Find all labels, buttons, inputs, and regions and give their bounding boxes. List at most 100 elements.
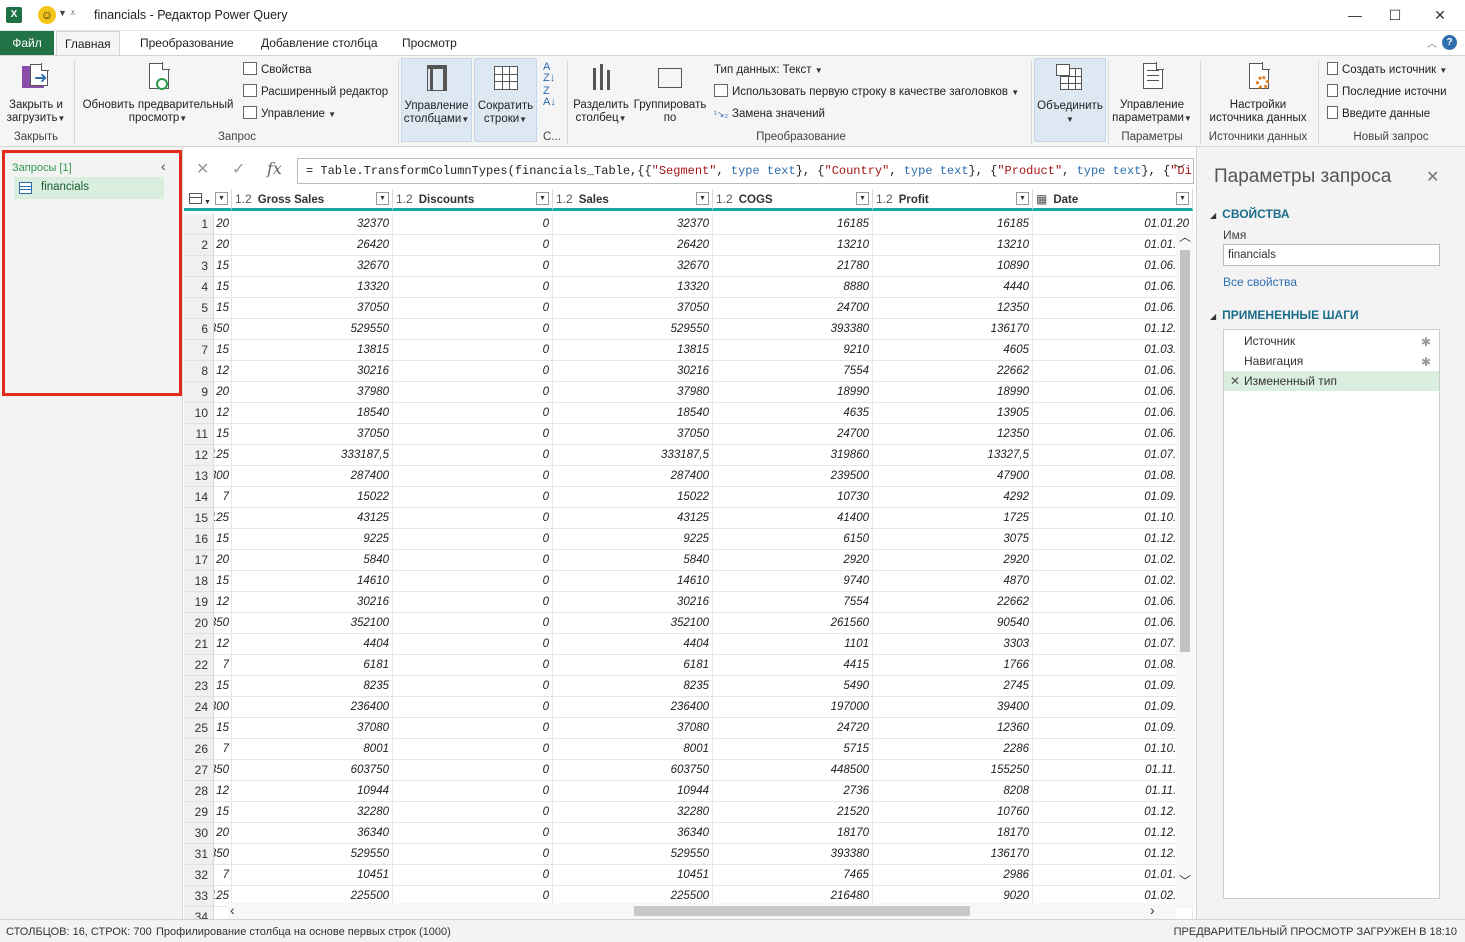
table-cell[interactable]: 15 (214, 298, 232, 319)
properties-button[interactable]: Свойства (243, 61, 312, 79)
table-cell[interactable]: 2745 (873, 676, 1033, 697)
row-number[interactable]: 12 (184, 445, 214, 466)
table-cell[interactable]: 0 (393, 340, 553, 361)
row-number[interactable]: 21 (184, 634, 214, 655)
filter-dropdown-icon[interactable]: ▼ (696, 192, 709, 205)
table-cell[interactable]: 0 (393, 634, 553, 655)
table-cell[interactable]: 30216 (232, 361, 393, 382)
row-number[interactable]: 8 (184, 361, 214, 382)
table-cell[interactable]: 13210 (713, 235, 873, 256)
combine-button[interactable]: Объединить ▼ (1034, 58, 1106, 142)
table-cell[interactable]: 18990 (873, 382, 1033, 403)
table-cell[interactable]: 136170 (873, 844, 1033, 865)
reduce-rows-button[interactable]: Сократить строки▼ (474, 58, 537, 142)
table-cell[interactable]: 01.12.20 (1033, 823, 1193, 844)
column-header[interactable]: 1.2 Profit ▼ (873, 189, 1033, 211)
table-cell[interactable]: 7 (214, 655, 232, 676)
row-number[interactable]: 22 (184, 655, 214, 676)
row-number[interactable]: 7 (184, 340, 214, 361)
table-cell[interactable]: 0 (393, 550, 553, 571)
scroll-down-icon[interactable]: ﹀ (1179, 872, 1191, 889)
table-cell[interactable]: 01.01.20 (1033, 865, 1193, 886)
table-cell[interactable]: 4635 (713, 403, 873, 424)
table-cell[interactable]: 236400 (232, 697, 393, 718)
table-cell[interactable]: 30216 (553, 592, 713, 613)
table-cell[interactable]: 01.02.20 (1033, 571, 1193, 592)
table-cell[interactable]: 350 (214, 844, 232, 865)
table-cell[interactable]: 18540 (232, 403, 393, 424)
recent-sources-button[interactable]: Последние источни (1327, 83, 1447, 101)
table-cell[interactable]: 01.12.20 (1033, 319, 1193, 340)
table-cell[interactable]: 13210 (873, 235, 1033, 256)
table-cell[interactable]: 24700 (713, 424, 873, 445)
table-cell[interactable]: 01.12.20 (1033, 844, 1193, 865)
table-cell[interactable]: 0 (393, 466, 553, 487)
table-cell[interactable]: 10890 (873, 256, 1033, 277)
row-number[interactable]: 3 (184, 256, 214, 277)
query-item-financials[interactable]: financials (14, 177, 164, 199)
table-cell[interactable]: 13905 (873, 403, 1033, 424)
column-header[interactable]: 1.2 COGS ▼ (713, 189, 873, 211)
table-cell[interactable]: 1101 (713, 634, 873, 655)
table-cell[interactable]: 22662 (873, 592, 1033, 613)
table-cell[interactable]: 21780 (713, 256, 873, 277)
table-cell[interactable]: 4292 (873, 487, 1033, 508)
decimal-type-icon[interactable]: 1.2 (716, 192, 733, 206)
tab-add-column[interactable]: Добавление столбца (253, 31, 386, 55)
table-cell[interactable]: 18990 (713, 382, 873, 403)
table-cell[interactable]: 0 (393, 865, 553, 886)
table-cell[interactable]: 01.08.20 (1033, 655, 1193, 676)
table-cell[interactable]: 0 (393, 781, 553, 802)
filter-dropdown-icon[interactable]: ▼ (856, 192, 869, 205)
table-cell[interactable]: 4870 (873, 571, 1033, 592)
use-first-row-button[interactable]: Использовать первую строку в качестве за… (714, 83, 1019, 101)
table-cell[interactable]: 603750 (553, 760, 713, 781)
table-cell[interactable]: 10760 (873, 802, 1033, 823)
table-cell[interactable]: 0 (393, 256, 553, 277)
gear-icon[interactable]: ✱ (1421, 352, 1431, 372)
table-cell[interactable]: 352100 (553, 613, 713, 634)
table-cell[interactable]: 4404 (553, 634, 713, 655)
table-cell[interactable]: 16185 (713, 214, 873, 235)
table-cell[interactable]: 20 (214, 235, 232, 256)
collapse-ribbon-icon[interactable]: ︿ (1427, 35, 1437, 50)
table-cell[interactable]: 15 (214, 424, 232, 445)
table-cell[interactable]: 333187,5 (553, 445, 713, 466)
scroll-up-icon[interactable]: ︿ (1179, 228, 1191, 245)
table-cell[interactable]: 20 (214, 382, 232, 403)
table-cell[interactable]: 529550 (232, 844, 393, 865)
table-cell[interactable]: 287400 (553, 466, 713, 487)
table-cell[interactable]: 393380 (713, 319, 873, 340)
table-cell[interactable]: 37050 (553, 424, 713, 445)
table-cell[interactable]: 3303 (873, 634, 1033, 655)
table-cell[interactable]: 01.11.20 (1033, 781, 1193, 802)
table-cell[interactable]: 9210 (713, 340, 873, 361)
table-cell[interactable]: 37050 (232, 424, 393, 445)
table-cell[interactable]: 0 (393, 382, 553, 403)
table-cell[interactable]: 20 (214, 214, 232, 235)
table-cell[interactable]: 9225 (232, 529, 393, 550)
table-cell[interactable]: 15 (214, 529, 232, 550)
table-cell[interactable]: 26420 (553, 235, 713, 256)
table-cell[interactable]: 0 (393, 718, 553, 739)
table-cell[interactable]: 7554 (713, 361, 873, 382)
table-cell[interactable]: 0 (393, 655, 553, 676)
table-cell[interactable]: 1725 (873, 508, 1033, 529)
table-cell[interactable]: 20 (214, 823, 232, 844)
table-cell[interactable]: 32370 (232, 214, 393, 235)
table-cell[interactable]: 01.12.20 (1033, 529, 1193, 550)
table-cell[interactable]: 37050 (232, 298, 393, 319)
table-cell[interactable]: 287400 (232, 466, 393, 487)
table-cell[interactable]: 529550 (232, 319, 393, 340)
table-cell[interactable]: 12350 (873, 424, 1033, 445)
table-cell[interactable]: 0 (393, 508, 553, 529)
table-cell[interactable]: 43125 (232, 508, 393, 529)
table-cell[interactable]: 2736 (713, 781, 873, 802)
table-cell[interactable]: 15 (214, 256, 232, 277)
help-icon[interactable]: ? (1442, 35, 1457, 50)
table-cell[interactable]: 0 (393, 844, 553, 865)
table-cell[interactable]: 15 (214, 340, 232, 361)
table-cell[interactable]: 22662 (873, 361, 1033, 382)
table-cell[interactable]: 01.09.20 (1033, 487, 1193, 508)
table-cell[interactable]: 0 (393, 802, 553, 823)
